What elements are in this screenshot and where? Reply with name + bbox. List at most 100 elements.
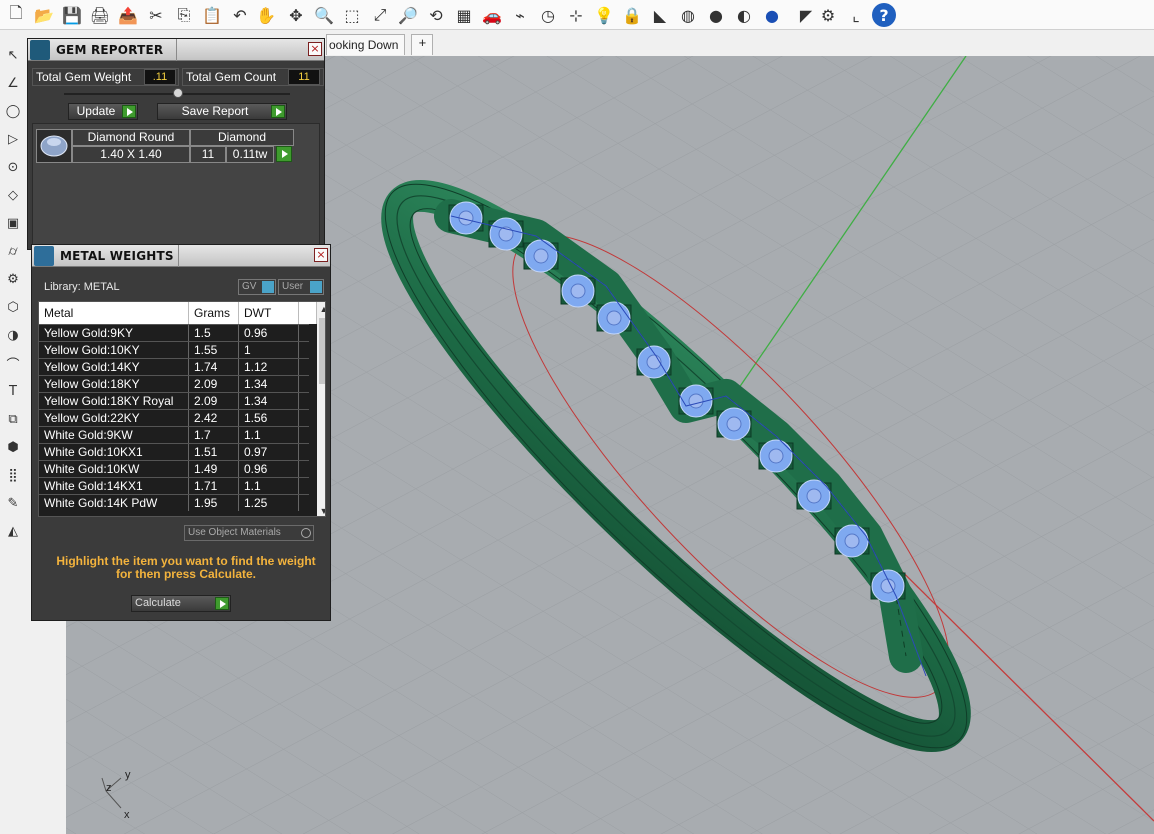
pan-icon[interactable]: ✋ (254, 3, 278, 27)
save-icon[interactable]: 💾 (60, 3, 84, 27)
metal-row[interactable]: Yellow Gold:10KY 1.55 1 (39, 341, 309, 358)
blue-sphere-icon[interactable]: ● (760, 3, 784, 27)
scroll-down-icon[interactable]: ▼ (317, 504, 325, 516)
gem-reporter-titlebar[interactable]: GEM REPORTER × (28, 39, 324, 61)
weight-slider-thumb[interactable] (173, 88, 183, 98)
total-gem-weight-value: .11 (144, 69, 176, 85)
update-button-label: Update (76, 104, 116, 118)
add-tab-button[interactable]: + (411, 34, 434, 55)
undo-icon[interactable]: ↶ (228, 3, 252, 27)
revolve-tool-icon[interactable]: ◑ (2, 324, 24, 346)
use-object-materials-label: Use Object Materials (188, 527, 281, 538)
use-object-materials-toggle[interactable]: Use Object Materials (184, 525, 314, 541)
disconnect-icon[interactable]: ⌁ (508, 3, 532, 27)
export-icon[interactable]: 📤 (116, 3, 140, 27)
metal-row[interactable]: White Gold:10KW 1.49 0.96 (39, 460, 309, 477)
gem-table-facet (844, 533, 860, 549)
gem-table-facet (606, 310, 622, 326)
zoom-window-icon[interactable]: ⬚ (340, 3, 364, 27)
new-file-icon[interactable]: 🗋 (4, 3, 28, 27)
gem-total-weight: 0.11tw (226, 146, 274, 163)
curve-tool-icon[interactable]: ◇ (2, 184, 24, 206)
light-icon[interactable]: 💡 (592, 3, 616, 27)
polyline-tool-icon[interactable]: ∠ (2, 72, 24, 94)
gear-tool-icon[interactable]: ⚙ (2, 268, 24, 290)
col-header-metal[interactable]: Metal (39, 302, 189, 324)
metal-grams-cell: 1.95 (189, 495, 239, 511)
clock-icon[interactable]: ◷ (536, 3, 560, 27)
circle-tool-icon[interactable]: ◯ (2, 100, 24, 122)
open-folder-icon[interactable]: 📂 (32, 3, 56, 27)
shade-sphere-icon[interactable]: ● (704, 3, 728, 27)
metal-row[interactable]: White Gold:10KX1 1.51 0.97 (39, 443, 309, 460)
update-button[interactable]: Update (68, 103, 138, 120)
metal-row[interactable]: Yellow Gold:18KY 2.09 1.34 (39, 375, 309, 392)
zoom-icon[interactable]: 🔍 (312, 3, 336, 27)
transform-tool-icon[interactable]: ⧉ (2, 408, 24, 430)
calculate-button[interactable]: Calculate (131, 595, 231, 612)
scroll-up-icon[interactable]: ▲ (317, 302, 325, 316)
radio-icon (301, 528, 311, 538)
metal-row[interactable]: White Gold:14KX1 1.71 1.1 (39, 477, 309, 494)
select-tool-icon[interactable]: ↖ (2, 44, 24, 66)
user-toggle[interactable]: User (278, 279, 324, 295)
settings-icon[interactable]: ⚙ (816, 3, 840, 27)
zoom-selected-icon[interactable]: 🔎 (396, 3, 420, 27)
user-indicator-icon (310, 281, 322, 293)
gem-row[interactable]: Diamond Round 1.40 X 1.40 Diamond 11 0.1… (36, 129, 298, 163)
col-header-grams[interactable]: Grams (189, 302, 239, 324)
zoom-extents-icon[interactable]: ⤢ (368, 3, 392, 27)
calculate-button-label: Calculate (135, 597, 181, 609)
metal-weights-titlebar[interactable]: METAL WEIGHTS × (32, 245, 330, 267)
metal-row[interactable]: White Gold:9KW 1.7 1.1 (39, 426, 309, 443)
tab-looking-down[interactable]: ooking Down (326, 34, 406, 55)
gem-table-facet (533, 248, 549, 264)
metal-row[interactable]: Yellow Gold:18KY Royal 2.09 1.34 (39, 392, 309, 409)
car-icon[interactable]: 🚗 (480, 3, 504, 27)
pick-icon[interactable]: ◤ (794, 3, 818, 27)
render-material-icon[interactable]: ◣ (648, 3, 672, 27)
metal-row[interactable]: White Gold:14K PdW 1.95 1.25 (39, 494, 309, 511)
edit-tool-icon[interactable]: ✎ (2, 492, 24, 514)
cut-icon[interactable]: ✂ (144, 3, 168, 27)
metal-row[interactable]: Yellow Gold:22KY 2.42 1.56 (39, 409, 309, 426)
print-icon[interactable]: 🖨 (88, 3, 112, 27)
metal-name-cell: White Gold:10KX1 (39, 444, 189, 460)
snap-icon[interactable]: ⊹ (564, 3, 588, 27)
main-toolbar: 🗋 📂 💾 🖨 📤 ✂ ⎘ 📋 ↶ ✋ ✥ 🔍 ⬚ ⤢ 🔎 ⟲ ▦ 🚗 ⌁ ◷ ⊹ 💡 🔒 ◣ ◍ ● ◐ ● ◤ ⚙ ⌞? (0, 0, 1154, 30)
metal-dwt-cell: 1 (239, 342, 299, 358)
col-header-dwt[interactable]: DWT (239, 302, 299, 324)
gem-go-icon[interactable] (276, 146, 292, 162)
paste-icon[interactable]: 📋 (200, 3, 224, 27)
gem-reporter-close-button[interactable]: × (308, 42, 322, 56)
move-icon[interactable]: ✥ (284, 3, 308, 27)
gray-sphere-icon[interactable]: ◐ (732, 3, 756, 27)
gv-toggle[interactable]: GV (238, 279, 276, 295)
metal-dwt-cell: 0.97 (239, 444, 299, 460)
arc-tool-icon[interactable]: ▷ (2, 128, 24, 150)
sweep-tool-icon[interactable]: ⌒ (2, 352, 24, 374)
array-tool-icon[interactable]: ⬢ (2, 436, 24, 458)
metal-row[interactable]: Yellow Gold:14KY 1.74 1.12 (39, 358, 309, 375)
boolean-tool-icon[interactable]: ◭ (2, 520, 24, 542)
solid-tool-icon[interactable]: ⬡ (2, 296, 24, 318)
crop-icon[interactable]: ⌞ (844, 3, 868, 27)
point-tool-icon[interactable]: ⊙ (2, 156, 24, 178)
text-tool-icon[interactable]: T (2, 380, 24, 402)
surface-tool-icon[interactable]: ▣ (2, 212, 24, 234)
metal-weights-close-button[interactable]: × (314, 248, 328, 262)
metal-table-scrollbar[interactable]: ▲ ▼ (317, 302, 325, 516)
save-report-button[interactable]: Save Report (157, 103, 287, 120)
scroll-thumb[interactable] (319, 318, 325, 384)
lock-icon[interactable]: 🔒 (620, 3, 644, 27)
grid-layout-icon[interactable]: ▦ (452, 3, 476, 27)
cylinder-tool-icon[interactable]: ⌭ (2, 240, 24, 262)
gem-type: Diamond (190, 129, 294, 146)
copy-icon[interactable]: ⎘ (172, 3, 196, 27)
help-icon[interactable]: ? (872, 3, 896, 27)
rotate-icon[interactable]: ⟲ (424, 3, 448, 27)
color-wheel-icon[interactable]: ◍ (676, 3, 700, 27)
grid-tool-icon[interactable]: ⣿ (2, 464, 24, 486)
metal-row[interactable]: Yellow Gold:9KY 1.5 0.96 (39, 324, 309, 341)
gv-label: GV (242, 281, 257, 292)
